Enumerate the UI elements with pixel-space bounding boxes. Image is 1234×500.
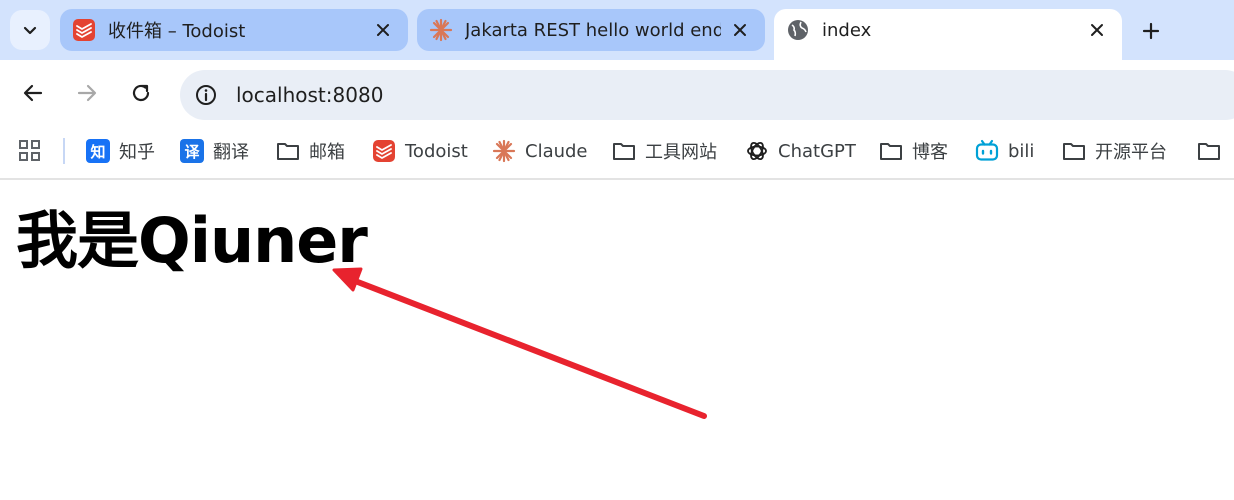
tab-title: index	[822, 19, 872, 41]
bookmark-label: ChatGPT	[778, 140, 856, 162]
bookmark-label: 邮箱	[309, 142, 345, 163]
bookmark-translate[interactable]: 译 翻译	[180, 136, 249, 166]
folder-icon	[1062, 139, 1086, 163]
bookmark-label: 博客	[912, 142, 948, 163]
bookmark-zhihu[interactable]: 知 知乎	[86, 136, 155, 166]
close-icon[interactable]	[372, 19, 394, 41]
zhihu-icon: 知	[86, 139, 110, 163]
bilibili-icon	[975, 139, 999, 163]
back-arrow-icon	[23, 84, 43, 102]
bookmark-chatgpt[interactable]: ChatGPT	[745, 136, 856, 166]
bookmark-label: 工具网站	[645, 142, 717, 163]
reload-button[interactable]	[124, 76, 158, 110]
annotation-arrow	[332, 267, 707, 419]
todoist-icon	[372, 139, 396, 163]
globe-icon	[786, 18, 810, 42]
apps-grid-icon[interactable]	[18, 139, 42, 163]
claude-icon	[429, 18, 453, 42]
bookmark-folder-blog[interactable]: 博客	[879, 136, 948, 166]
folder-icon	[1197, 139, 1221, 163]
bookmark-claude[interactable]: Claude	[492, 136, 588, 166]
back-button[interactable]	[16, 76, 50, 110]
bookmark-todoist[interactable]: Todoist	[372, 136, 468, 166]
svg-text:知: 知	[90, 143, 105, 161]
toolbar: localhost:8080	[0, 60, 1234, 126]
chatgpt-icon	[745, 139, 769, 163]
plus-icon	[1142, 22, 1160, 40]
claude-icon	[492, 139, 516, 163]
bookmark-label: bili	[1008, 140, 1035, 162]
bookmark-bili[interactable]: bili	[975, 136, 1034, 166]
close-icon[interactable]	[1086, 19, 1108, 41]
bookmark-label: 开源平台	[1095, 142, 1167, 163]
bookmark-folder-opensource[interactable]: 开源平台	[1062, 136, 1167, 166]
bookmarks-bar: 知 知乎 译 翻译 邮箱 Todoist Claude 工具网站 ChatGPT…	[0, 126, 1234, 180]
page-content: 我是Qiuner	[0, 180, 1234, 500]
site-info-icon[interactable]	[193, 82, 219, 108]
chevron-down-icon	[23, 26, 37, 35]
tab-search-button[interactable]	[10, 10, 50, 50]
bookmark-folder-tools[interactable]: 工具网站	[612, 136, 717, 166]
todoist-icon	[72, 18, 96, 42]
url-text[interactable]: localhost:8080	[236, 83, 383, 107]
folder-icon	[612, 139, 636, 163]
bookmark-label: Todoist	[405, 140, 468, 162]
folder-icon	[879, 139, 903, 163]
tab-claude[interactable]: Jakarta REST hello world endpoint	[417, 9, 765, 51]
address-bar[interactable]: localhost:8080	[180, 70, 1234, 120]
close-icon[interactable]	[729, 19, 751, 41]
bookmark-label: Claude	[525, 140, 588, 162]
bookmark-label: 知乎	[119, 142, 155, 163]
tab-index[interactable]: index	[774, 9, 1122, 60]
tab-todoist[interactable]: 收件箱 – Todoist	[60, 9, 408, 51]
bookmark-folder-mail[interactable]: 邮箱	[276, 136, 345, 166]
folder-icon	[276, 139, 300, 163]
svg-text:译: 译	[184, 143, 200, 161]
forward-button[interactable]	[70, 76, 104, 110]
tab-title: 收件箱 – Todoist	[108, 21, 246, 42]
tab-strip: 收件箱 – Todoist Jakarta REST hello world e…	[0, 0, 1234, 60]
bookmarks-separator	[63, 138, 65, 164]
bookmark-folder-overflow[interactable]	[1197, 136, 1230, 166]
tab-title: Jakarta REST hello world endpoint	[465, 19, 721, 41]
translate-icon: 译	[180, 139, 204, 163]
bookmark-label: 翻译	[213, 142, 249, 163]
reload-icon	[132, 84, 150, 102]
new-tab-button[interactable]	[1134, 14, 1168, 48]
forward-arrow-icon	[77, 84, 97, 102]
